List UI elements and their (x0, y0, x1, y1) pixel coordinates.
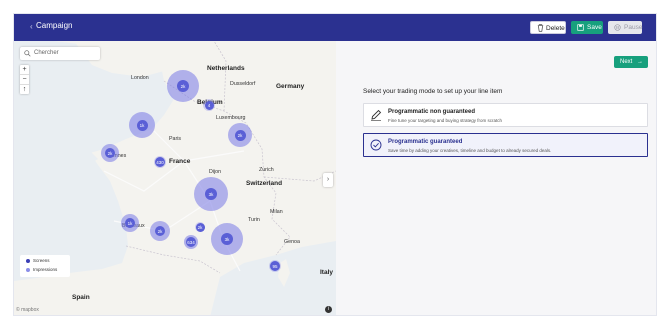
map-cluster[interactable]: 3k (211, 223, 243, 255)
legend-label: Impressions (33, 267, 58, 272)
map-cluster[interactable]: 2k (195, 222, 205, 232)
option-title: Programmatic non guaranteed (388, 109, 476, 115)
map-cluster[interactable]: 2k (101, 144, 119, 162)
map-label-turin: Turin (248, 217, 260, 223)
cluster-count: 2k (195, 222, 205, 232)
option-guaranteed[interactable]: Programmatic guaranteed Save time by add… (363, 133, 648, 157)
map-label-london: London (131, 75, 149, 81)
cluster-count: 2k (234, 129, 246, 141)
legend-label: Screens (33, 258, 50, 263)
expand-panel-button[interactable]: › (323, 173, 333, 187)
cluster-count: 95 (270, 261, 280, 271)
option-description: Save time by adding your creatives, time… (388, 148, 552, 153)
map-cluster[interactable]: 3k (194, 177, 228, 211)
map-label-milan: Milan (270, 209, 283, 215)
arrow-right-icon: → (637, 59, 643, 65)
map-cluster[interactable]: 95 (269, 260, 281, 272)
trading-mode-panel: Next → Select your trading mode to set u… (336, 41, 656, 315)
map-label-zurich: Zurich (259, 167, 274, 173)
map-view[interactable]: London Netherlands Dusseldorf Germany Be… (14, 41, 336, 315)
save-button[interactable]: Save (571, 21, 603, 34)
pencil-icon (371, 109, 382, 121)
trash-icon (537, 24, 544, 32)
cluster-count: 430 (155, 157, 165, 167)
chevron-left-icon[interactable]: ‹ (30, 22, 33, 31)
map-label-dusseldorf: Dusseldorf (230, 81, 256, 87)
option-non-guaranteed[interactable]: Programmatic non guaranteed Fine tune yo… (363, 103, 648, 127)
next-button[interactable]: Next → (614, 56, 648, 68)
check-circle-icon (370, 139, 382, 151)
pause-label: Pause (624, 24, 643, 31)
app-frame: ‹ Campaign Delete Save Pause London Neth… (13, 13, 657, 316)
map-cluster[interactable]: 4 (203, 99, 215, 111)
map-label-paris: Paris (169, 136, 182, 142)
pause-button[interactable]: Pause (608, 21, 642, 34)
page-title: Campaign (36, 21, 73, 30)
search-icon (24, 50, 31, 57)
trading-mode-prompt: Select your trading mode to set up your … (363, 88, 503, 95)
map-label-italy: Italy (320, 269, 334, 276)
map-cluster[interactable]: 2k (150, 221, 170, 241)
cluster-count: 1k (136, 119, 148, 131)
next-label: Next (620, 59, 633, 65)
map-legend: Screens Impressions (20, 255, 70, 277)
option-description: Fine tune your targeting and buying stra… (388, 118, 503, 123)
cluster-count: 634 (186, 237, 196, 247)
zoom-out-button[interactable]: − (20, 75, 29, 85)
delete-button[interactable]: Delete (530, 21, 566, 34)
search-placeholder: Chercher (34, 50, 59, 56)
map-label-genoa: Genoa (284, 239, 300, 245)
map-label-france: France (169, 158, 191, 165)
option-title: Programmatic guaranteed (388, 139, 463, 145)
cluster-count: 4 (204, 100, 214, 110)
map-label-germany: Germany (276, 83, 305, 90)
map-cluster[interactable]: 430 (154, 156, 166, 168)
zoom-in-button[interactable]: + (20, 65, 29, 75)
zoom-controls: + − ↑ (20, 65, 29, 94)
save-label: Save (587, 24, 602, 31)
delete-label: Delete (546, 25, 565, 32)
map-label-switzerland: Switzerland (246, 180, 283, 187)
save-icon (577, 24, 584, 31)
map-cluster[interactable]: 2k (167, 70, 199, 102)
cluster-count: 2k (105, 148, 115, 158)
cluster-count: 3k (205, 188, 217, 200)
legend-dot (26, 268, 30, 272)
cluster-count: 2k (177, 80, 189, 92)
info-icon[interactable]: i (325, 306, 332, 313)
map-search-input[interactable]: Chercher (20, 47, 100, 60)
map-label-dijon: Dijon (209, 169, 222, 175)
map-label-netherlands: Netherlands (207, 65, 245, 72)
cluster-count: 3k (221, 233, 233, 245)
map-cluster[interactable]: 634 (184, 235, 198, 249)
map-label-spain: Spain (72, 294, 90, 301)
map-cluster[interactable]: 1k (129, 112, 155, 138)
cluster-count: 1k (125, 218, 135, 228)
map-label-luxembourg: Luxembourg (216, 115, 246, 121)
map-cluster[interactable]: 1k (121, 214, 139, 232)
legend-dot (26, 259, 30, 263)
map-cluster[interactable]: 2k (228, 123, 252, 147)
cluster-count: 2k (155, 226, 165, 236)
pause-icon (614, 24, 621, 31)
top-bar: ‹ Campaign Delete Save Pause (14, 14, 656, 41)
map-attribution[interactable]: © mapbox (16, 307, 39, 313)
compass-button[interactable]: ↑ (20, 85, 29, 94)
